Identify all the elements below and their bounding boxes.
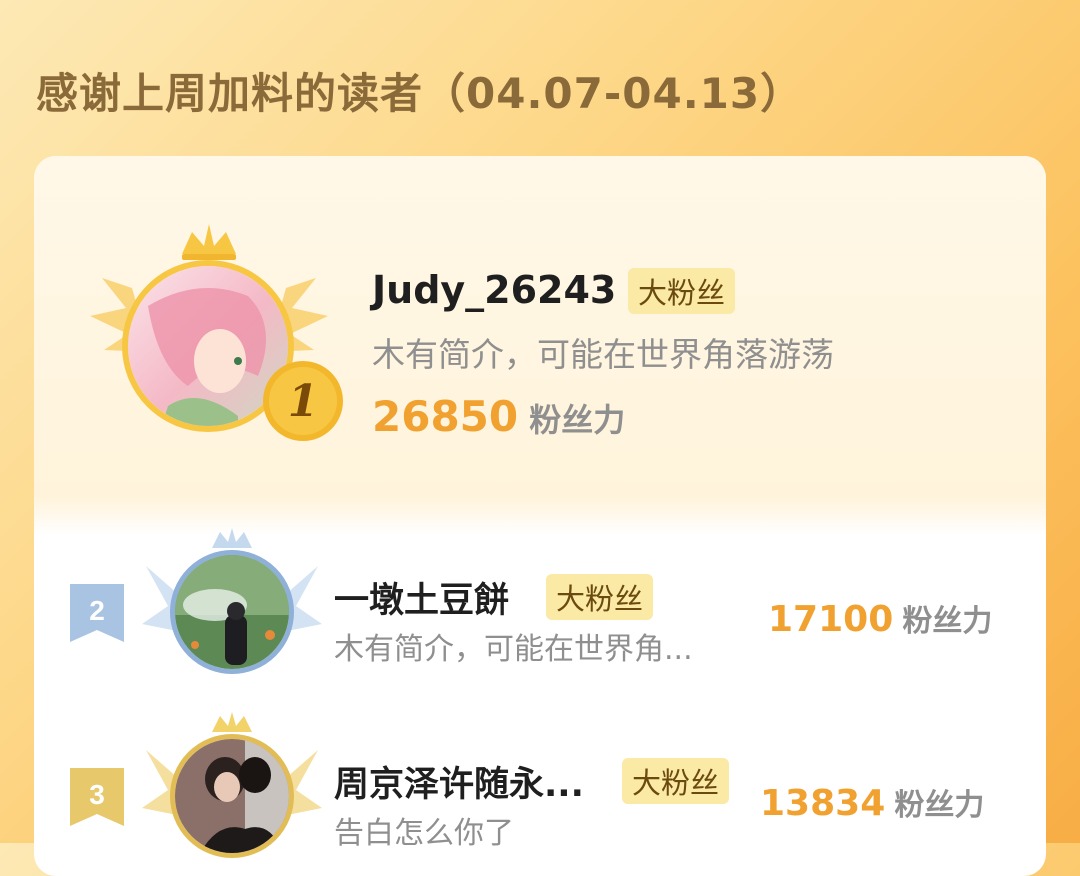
reader-3-bio: 告白怎么你了 [334, 816, 514, 851]
svg-text:3: 3 [89, 779, 105, 810]
reader-3-avatar-group[interactable] [142, 712, 322, 872]
reader-2-points: 17100 粉丝力 [768, 596, 992, 640]
reader-1-points-unit: 粉丝力 [529, 401, 626, 439]
rank-2-flag-icon: 2 [70, 584, 124, 642]
reader-2-name[interactable]: 一墩土豆餅 [334, 572, 509, 623]
reader-1-avatar-group[interactable]: 1 [84, 218, 343, 458]
reader-2-badge: 大粉丝 [546, 574, 654, 620]
reader-3-avatar [170, 734, 294, 858]
reader-2-points-value: 17100 [768, 599, 894, 640]
reader-3-points-value: 13834 [760, 783, 886, 824]
reader-1-bio: 木有简介，可能在世界角落游荡 [372, 335, 834, 374]
svg-text:2: 2 [89, 595, 105, 626]
reader-3-points: 13834 粉丝力 [760, 780, 984, 824]
reader-1-name[interactable]: Judy_26243 [372, 268, 616, 312]
svg-text:1: 1 [288, 376, 319, 427]
reader-3-badge: 大粉丝 [622, 758, 730, 804]
reader-1-points-value: 26850 [372, 392, 519, 441]
reader-2-points-unit: 粉丝力 [902, 604, 993, 639]
rank-1-medal-icon: 1 [263, 361, 343, 441]
rank-3-flag-icon: 3 [70, 768, 124, 826]
reader-3-points-unit: 粉丝力 [894, 788, 985, 823]
reader-3-name[interactable]: 周京泽许随永... [334, 756, 584, 807]
reader-1-badge: 大粉丝 [628, 268, 736, 314]
reader-2-avatar-group[interactable] [142, 528, 322, 688]
reader-2-bio: 木有简介，可能在世界角... [334, 632, 693, 667]
page-title: 感谢上周加料的读者（04.07-04.13） [36, 69, 804, 118]
leaderboard-card: 1 Judy_26243 大粉丝 木有简介，可能在世界角落游荡 26850 粉丝… [34, 156, 1046, 876]
reader-2-avatar [170, 550, 294, 674]
reader-1-points: 26850 粉丝力 [372, 392, 625, 441]
